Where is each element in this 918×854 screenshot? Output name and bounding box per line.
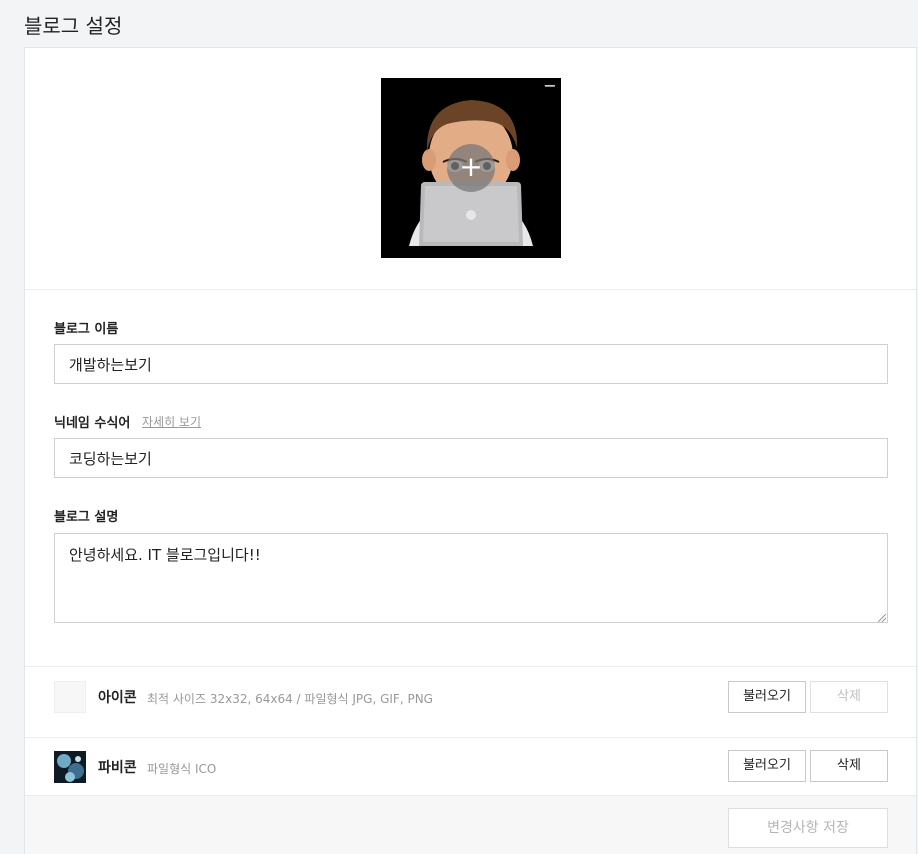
icon-load-button[interactable]: 불러오기 bbox=[728, 681, 806, 713]
icon-delete-button[interactable]: 삭제 bbox=[810, 681, 888, 713]
favicon-load-button[interactable]: 불러오기 bbox=[728, 750, 806, 782]
remove-image-button[interactable]: − bbox=[543, 78, 557, 95]
favicon-row: 파비콘 파일형식 ICO 불러오기 삭제 bbox=[25, 737, 916, 795]
favicon-delete-button[interactable]: 삭제 bbox=[810, 750, 888, 782]
blog-name-label: 블로그 이름 bbox=[54, 322, 119, 337]
favicon-desc: 파일형식 ICO bbox=[147, 762, 217, 776]
blog-description-textarea[interactable]: 안녕하세요. IT 블로그입니다!! bbox=[54, 533, 888, 623]
save-changes-button[interactable]: 변경사항 저장 bbox=[728, 808, 888, 848]
icon-preview bbox=[54, 681, 86, 713]
resize-handle-icon[interactable] bbox=[878, 614, 886, 622]
minus-icon: − bbox=[543, 78, 557, 95]
blog-description-label: 블로그 설명 bbox=[54, 510, 119, 525]
icon-row: 아이콘 최적 사이즈 32x32, 64x64 / 파일형식 JPG, GIF,… bbox=[25, 666, 916, 737]
icon-title: 아이콘 bbox=[98, 690, 137, 706]
plus-icon: + bbox=[459, 150, 483, 183]
favicon-title: 파비콘 bbox=[98, 760, 137, 776]
icon-desc: 최적 사이즈 32x32, 64x64 / 파일형식 JPG, GIF, PNG bbox=[147, 692, 433, 706]
profile-image[interactable]: − + bbox=[381, 78, 561, 258]
page-title: 블로그 설정 bbox=[24, 14, 123, 38]
footer: 변경사항 저장 bbox=[25, 795, 916, 854]
profile-image-section: − + bbox=[25, 48, 916, 290]
nickname-modifier-input[interactable] bbox=[54, 438, 888, 478]
add-image-button[interactable]: + bbox=[447, 144, 495, 192]
nickname-modifier-label: 닉네임 수식어 bbox=[54, 416, 131, 431]
settings-panel: − + 블로그 이름 닉네임 수식어 자세히 보기 블로그 설명 안녕하세요. … bbox=[24, 47, 917, 854]
favicon-preview bbox=[54, 751, 86, 783]
detail-link[interactable]: 자세히 보기 bbox=[142, 413, 201, 430]
blog-name-input[interactable] bbox=[54, 344, 888, 384]
favicon-image bbox=[54, 751, 86, 783]
